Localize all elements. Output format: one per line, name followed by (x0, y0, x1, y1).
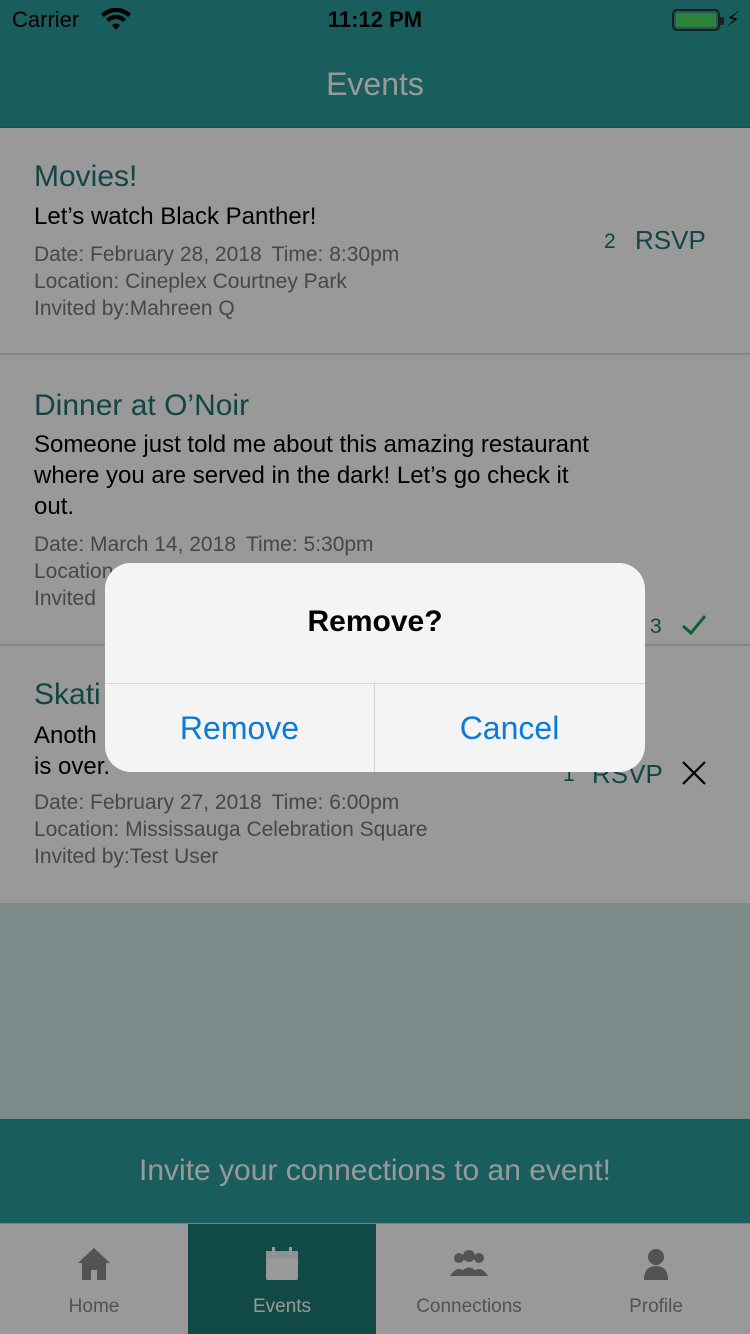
remove-alert-dialog: Remove? Remove Cancel (105, 563, 645, 772)
cancel-button[interactable]: Cancel (375, 684, 644, 772)
alert-title: Remove? (307, 605, 443, 638)
remove-button[interactable]: Remove (105, 684, 374, 772)
